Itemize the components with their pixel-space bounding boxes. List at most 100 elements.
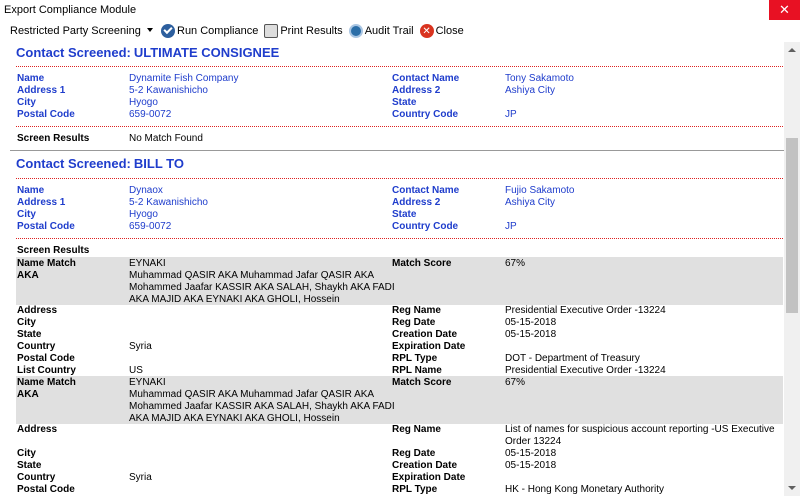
- divider: [16, 178, 783, 179]
- name-match-value: EYNAKI: [129, 377, 166, 388]
- contact-name-label: Contact Name: [392, 185, 460, 196]
- reg-name-line: Order 13224: [505, 436, 562, 447]
- print-results-label: Print Results: [280, 25, 343, 37]
- aka-label: AKA: [17, 389, 39, 400]
- country-value: Syria: [129, 472, 152, 483]
- rpl-type-value: HK - Hong Kong Monetary Authority: [505, 484, 664, 495]
- state-label: State: [392, 97, 417, 108]
- creation-date-label: Creation Date: [392, 329, 458, 340]
- aka-value: Muhammad QASIR AKA Muhammad Jafar QASIR …: [129, 270, 395, 306]
- aka-value: Muhammad QASIR AKA Muhammad Jafar QASIR …: [129, 389, 395, 425]
- country-label: Country: [17, 472, 56, 483]
- address1-value: 5-2 Kawanishicho: [129, 197, 208, 208]
- detail-row: Postal Code RPL Type HK - Hong Kong Mone…: [0, 484, 784, 496]
- detail-row: Postal Code 659-0072 Country Code JP: [0, 221, 784, 233]
- detail-row: Address 1 5-2 Kawanishicho Address 2 Ash…: [0, 197, 784, 209]
- postal-code-label: Postal Code: [17, 484, 75, 495]
- country-code-label: Country Code: [392, 109, 459, 120]
- match-score-value: 67%: [505, 377, 526, 388]
- heading-value: ULTIMATE CONSIGNEE: [133, 45, 280, 60]
- country-code-label: Country Code: [392, 221, 459, 232]
- name-match-value: EYNAKI: [129, 258, 166, 269]
- expiration-date-label: Expiration Date: [392, 341, 466, 352]
- match-score-label: Match Score: [392, 258, 452, 269]
- reg-date-value: 05-15-2018: [505, 448, 557, 459]
- country-code-value: JP: [505, 221, 517, 232]
- screen-results-label: Screen Results: [17, 245, 90, 256]
- address1-label: Address 1: [17, 85, 66, 96]
- name-match-label: Name Match: [17, 258, 76, 269]
- aka-label: AKA: [17, 270, 39, 281]
- city-label: City: [17, 448, 36, 459]
- run-compliance-button[interactable]: Run Compliance: [161, 21, 258, 41]
- postal-code-label: Postal Code: [17, 353, 75, 364]
- screen-results-label: Screen Results: [17, 133, 90, 144]
- contact-name-value: Tony Sakamoto: [505, 73, 574, 84]
- address2-label: Address 2: [392, 85, 441, 96]
- reg-name-label: Reg Name: [392, 305, 441, 316]
- heading-label: Contact Screened:: [16, 45, 131, 60]
- vertical-scrollbar[interactable]: [784, 42, 800, 496]
- screen-results-value: No Match Found: [129, 133, 203, 144]
- scroll-down-icon[interactable]: [788, 486, 796, 490]
- detail-row: City Hyogo State: [0, 209, 784, 221]
- reg-name-label: Reg Name: [392, 424, 441, 435]
- state-label: State: [392, 209, 417, 220]
- aka-line: Muhammad QASIR AKA Muhammad Jafar QASIR …: [129, 389, 375, 400]
- close-icon: ✕: [419, 24, 434, 38]
- detail-row: Postal Code 659-0072 Country Code JP: [0, 109, 784, 121]
- scroll-up-icon[interactable]: [788, 48, 796, 52]
- printer-icon: [264, 24, 279, 38]
- reg-date-value: 05-15-2018: [505, 317, 557, 328]
- run-compliance-label: Run Compliance: [177, 25, 259, 37]
- audit-trail-button[interactable]: Audit Trail: [348, 21, 414, 41]
- screen-results-row: Screen Results: [0, 245, 784, 257]
- close-button[interactable]: ✕ Close: [419, 21, 464, 41]
- window-title: Export Compliance Module: [4, 4, 137, 16]
- detail-row: Name Dynamite Fish Company Contact Name …: [0, 73, 784, 85]
- address1-label: Address 1: [17, 197, 66, 208]
- window-close-button[interactable]: ✕: [769, 0, 800, 20]
- dropdown-value: Restricted Party Screening: [10, 25, 141, 37]
- scroll-thumb[interactable]: [786, 138, 798, 313]
- creation-date-value: 05-15-2018: [505, 460, 557, 471]
- aka-line: Mohammed Jaafar KASSIR AKA SALAH, Shaykh…: [129, 401, 395, 412]
- detail-row: Address Reg Name Presidential Executive …: [0, 305, 784, 317]
- address2-value: Ashiya City: [505, 85, 556, 96]
- postal-code-value: 659-0072: [129, 221, 172, 232]
- detail-row: City Reg Date 05-15-2018: [0, 317, 784, 329]
- divider: [16, 238, 783, 239]
- detail-row: State Creation Date 05-15-2018: [0, 329, 784, 341]
- detail-row: Country Syria Expiration Date: [0, 341, 784, 353]
- heading-value: BILL TO: [133, 156, 184, 171]
- postal-code-label: Postal Code: [17, 109, 75, 120]
- country-label: Country: [17, 341, 56, 352]
- section-heading: Contact Screened: ULTIMATE CONSIGNEE: [16, 45, 279, 60]
- detail-row: City Hyogo State: [0, 97, 784, 109]
- toolbar: Restricted Party Screening Run Complianc…: [0, 20, 800, 42]
- city-value: Hyogo: [129, 209, 158, 220]
- detail-row: Country Syria Expiration Date: [0, 472, 784, 484]
- aka-line: Mohammed Jaafar KASSIR AKA SALAH, Shaykh…: [129, 282, 395, 293]
- audit-icon: [348, 24, 363, 38]
- name-label: Name: [17, 73, 45, 84]
- address2-label: Address 2: [392, 197, 441, 208]
- contact-name-value: Fujio Sakamoto: [505, 185, 575, 196]
- detail-row: Address 1 5-2 Kawanishicho Address 2 Ash…: [0, 85, 784, 97]
- city-value: Hyogo: [129, 97, 158, 108]
- creation-date-label: Creation Date: [392, 460, 458, 471]
- city-label: City: [17, 97, 36, 108]
- detail-row: Postal Code RPL Type DOT - Department of…: [0, 353, 784, 365]
- print-results-button[interactable]: Print Results: [264, 21, 343, 41]
- reg-name-value: Presidential Executive Order -13224: [505, 305, 666, 316]
- detail-row: Name Dynaox Contact Name Fujio Sakamoto: [0, 185, 784, 197]
- creation-date-value: 05-15-2018: [505, 329, 557, 340]
- address-label: Address: [17, 305, 58, 316]
- expiration-date-label: Expiration Date: [392, 472, 466, 483]
- chevron-down-icon: [147, 28, 153, 32]
- match-score-value: 67%: [505, 258, 526, 269]
- reg-name-value: List of names for suspicious account rep…: [505, 424, 775, 448]
- screening-type-dropdown[interactable]: Restricted Party Screening: [0, 21, 155, 41]
- aka-line: Muhammad QASIR AKA Muhammad Jafar QASIR …: [129, 270, 375, 281]
- screen-results-row: Screen Results No Match Found: [0, 133, 784, 145]
